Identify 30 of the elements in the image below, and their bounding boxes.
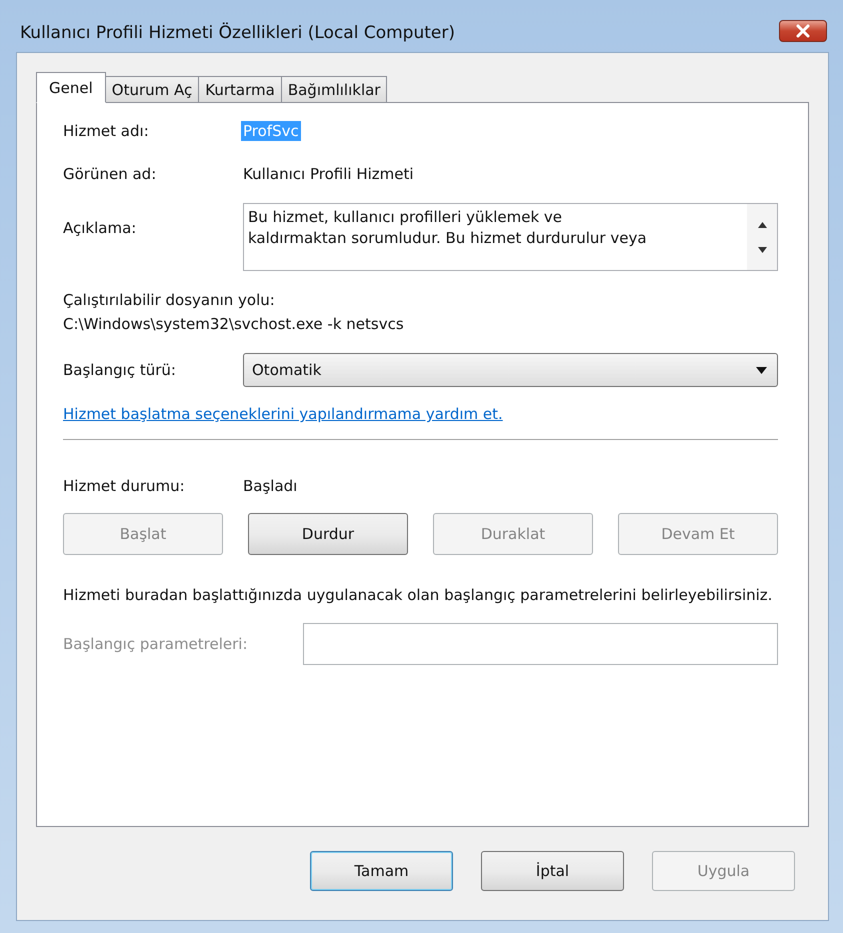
scrollbar[interactable]	[747, 204, 777, 270]
field-label: Açıklama:	[63, 218, 138, 237]
help-link[interactable]: Hizmet başlatma seçeneklerini yapılandırmama yardım et.	[63, 405, 778, 423]
tab[interactable]: Genel	[36, 72, 106, 103]
description-line: Bu hizmet, kullanıcı profilleri yüklemek ve	[248, 207, 564, 228]
dialog-button[interactable]: Tamam	[310, 851, 453, 891]
field-label: Başlangıç parametreleri:	[63, 635, 249, 653]
scroll-up-icon	[758, 222, 766, 228]
tab[interactable]: Kurtarma	[198, 76, 282, 102]
field-label: Başlangıç türü:	[63, 361, 177, 379]
status-value: Başladı	[242, 476, 298, 496]
service-button[interactable]: Durdur	[248, 513, 408, 555]
note-text: Hizmeti buradan başlattığınızda uygulanacak olan başlangıç parametrelerini belirleyebilirsiniz.	[63, 585, 774, 606]
close-button[interactable]	[779, 20, 827, 42]
path-label: Çalıştırılabilir dosyanın yolu:	[63, 291, 276, 309]
close-icon	[795, 24, 811, 38]
description-box[interactable]: Bu hizmet, kullanıcı profilleri yüklemek ve kaldırmaktan sorumludur. Bu hizmet durdurulur veya	[243, 203, 778, 271]
field-label: Hizmet durumu:	[63, 477, 186, 495]
startup-type-dropdown[interactable]: Otomatik	[243, 353, 778, 387]
path-value: C:\Windows\system32\svchost.exe -k netsvcs	[63, 315, 405, 333]
field-label: Görünen ad:	[63, 165, 158, 183]
scroll-down-icon	[758, 246, 766, 252]
dialog-button[interactable]: İptal	[481, 851, 624, 891]
display-name-value: Kullanıcı Profili Hizmeti	[242, 164, 415, 184]
dropdown-arrow-icon	[756, 366, 767, 374]
description-line: kaldırmaktan sorumludur. Bu hizmet durdurulur veya	[248, 228, 648, 249]
window-title: Kullanıcı Profili Hizmeti Özellikleri (Local Computer)	[19, 22, 455, 43]
tab[interactable]: Oturum Aç	[104, 76, 200, 102]
tab[interactable]: Bağımlılıklar	[280, 76, 388, 102]
field-label: Hizmet adı:	[63, 122, 150, 140]
